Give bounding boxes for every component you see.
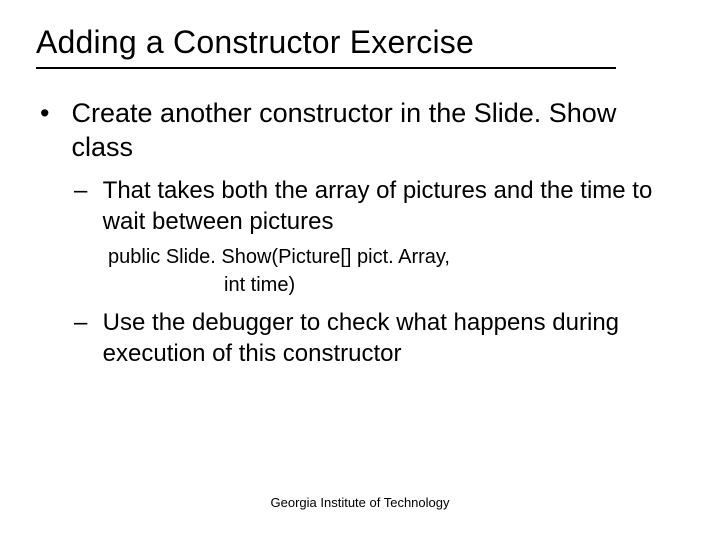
code-block: public Slide. Show(Picture[] pict. Array…	[108, 243, 684, 299]
footer-text: Georgia Institute of Technology	[0, 495, 720, 510]
bullet1-text: Create another constructor in the Slide.…	[72, 97, 662, 165]
bullet-dot: •	[40, 97, 64, 131]
dash-icon: –	[74, 307, 96, 338]
bullet-level2: – That takes both the array of pictures …	[74, 175, 684, 237]
bullet-level1: • Create another constructor in the Slid…	[40, 97, 684, 165]
slide-title: Adding a Constructor Exercise	[36, 24, 684, 65]
dash-icon: –	[74, 175, 96, 206]
sub1-text: That takes both the array of pictures an…	[103, 175, 663, 237]
title-underline	[36, 67, 616, 69]
code-line-2: int time)	[224, 271, 684, 299]
sub2-text: Use the debugger to check what happens d…	[103, 307, 663, 369]
slide: Adding a Constructor Exercise • Create a…	[0, 0, 720, 540]
code-line-1: public Slide. Show(Picture[] pict. Array…	[108, 243, 684, 271]
bullet-level2: – Use the debugger to check what happens…	[74, 307, 684, 369]
